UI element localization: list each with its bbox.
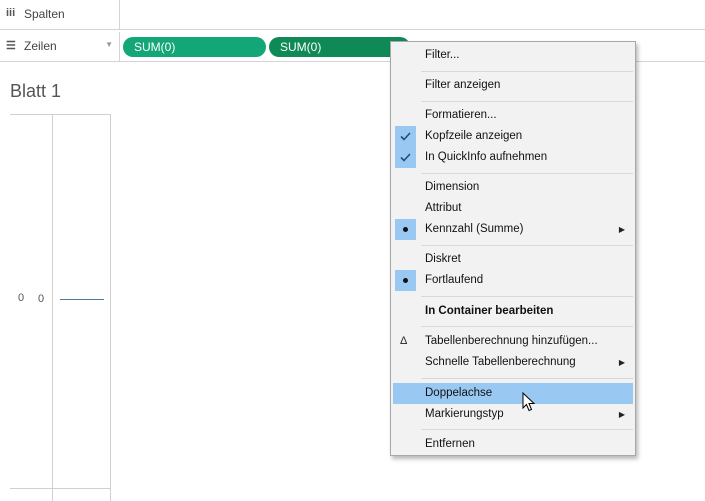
menu-item-label: Kopfzeile anzeigen [425, 130, 523, 142]
columns-shelf[interactable]: iii Spalten [0, 0, 705, 30]
menu-separator [421, 326, 633, 327]
menu-item-dual-axis[interactable]: Doppelachse [393, 383, 633, 404]
menu-item-mark-type[interactable]: Markierungstyp ▶ [393, 404, 633, 425]
check-icon [395, 147, 416, 168]
menu-item-label: Markierungstyp [425, 408, 504, 420]
menu-item-label: Entfernen [425, 438, 475, 450]
header-value-label: 0 [38, 293, 45, 305]
menu-item-continuous[interactable]: Fortlaufend [393, 270, 633, 291]
menu-separator [421, 378, 633, 379]
radio-dot-icon [395, 270, 416, 291]
columns-shelf-text: Spalten [24, 7, 65, 21]
menu-item-label: Kennzahl (Summe) [425, 223, 524, 235]
menu-item-filter[interactable]: Filter... [393, 45, 633, 66]
columns-shelf-label: iii Spalten [0, 0, 120, 29]
menu-item-label: Schnelle Tabellenberechnung [425, 356, 576, 368]
pane-divider [110, 114, 111, 501]
menu-item-format[interactable]: Formatieren... [393, 105, 633, 126]
menu-separator [421, 101, 633, 102]
sum-pill-2[interactable]: SUM(0) [269, 37, 410, 57]
menu-item-label: Filter... [425, 49, 460, 61]
menu-item-discrete[interactable]: Diskret [393, 249, 633, 270]
menu-item-dimension[interactable]: Dimension [393, 177, 633, 198]
menu-item-label: Attribut [425, 202, 462, 214]
menu-item-label: Doppelachse [425, 387, 493, 399]
axis-tick-label: 0 [18, 292, 25, 304]
menu-separator [421, 245, 633, 246]
menu-separator [421, 429, 633, 430]
menu-item-include-tooltip[interactable]: In QuickInfo aufnehmen [393, 147, 633, 168]
submenu-arrow-icon: ▶ [618, 225, 625, 234]
menu-item-quick-table-calc[interactable]: Schnelle Tabellenberechnung ▶ [393, 352, 633, 373]
menu-item-edit-in-container[interactable]: In Container bearbeiten [393, 301, 633, 322]
columns-icon: iii [6, 7, 16, 19]
menu-item-label: Tabellenberechnung hinzufügen... [425, 335, 598, 347]
context-menu[interactable]: Filter... Filter anzeigen Formatieren...… [390, 41, 636, 456]
menu-separator [421, 296, 633, 297]
menu-separator [421, 71, 633, 72]
menu-item-label: Dimension [425, 181, 480, 193]
menu-item-show-filter[interactable]: Filter anzeigen [393, 75, 633, 96]
sum-pill-1[interactable]: SUM(0) [123, 37, 266, 57]
menu-item-label: Filter anzeigen [425, 79, 501, 91]
sheet-title: Blatt 1 [10, 81, 62, 101]
mouse-cursor-icon [522, 392, 536, 412]
mark-line[interactable] [60, 299, 104, 300]
menu-item-label: Formatieren... [425, 109, 497, 121]
radio-dot-icon [395, 219, 416, 240]
menu-item-label: Diskret [425, 253, 461, 265]
submenu-arrow-icon: ▶ [618, 410, 625, 419]
menu-item-label: In Container bearbeiten [425, 305, 554, 317]
menu-separator [421, 173, 633, 174]
menu-item-label: Fortlaufend [425, 274, 484, 286]
submenu-arrow-icon: ▶ [618, 358, 625, 367]
axis-divider [52, 114, 53, 501]
delta-icon: Δ [400, 335, 408, 347]
check-icon [395, 126, 416, 147]
chevron-down-icon[interactable]: ▼ [105, 40, 113, 49]
menu-item-measure-sum[interactable]: Kennzahl (Summe) ▶ [393, 219, 633, 240]
menu-item-show-header[interactable]: Kopfzeile anzeigen [393, 126, 633, 147]
menu-item-add-table-calc[interactable]: Δ Tabellenberechnung hinzufügen... [393, 331, 633, 352]
axis-bottom-border [10, 488, 110, 489]
rows-icon: ☰ [6, 40, 16, 52]
menu-item-label: In QuickInfo aufnehmen [425, 151, 548, 163]
axis-top-border [10, 114, 110, 115]
rows-shelf-text: Zeilen [24, 39, 57, 53]
menu-item-remove[interactable]: Entfernen [393, 434, 633, 455]
menu-item-attribute[interactable]: Attribut [393, 198, 633, 219]
rows-shelf-label: ☰ Zeilen ▼ [0, 32, 120, 61]
